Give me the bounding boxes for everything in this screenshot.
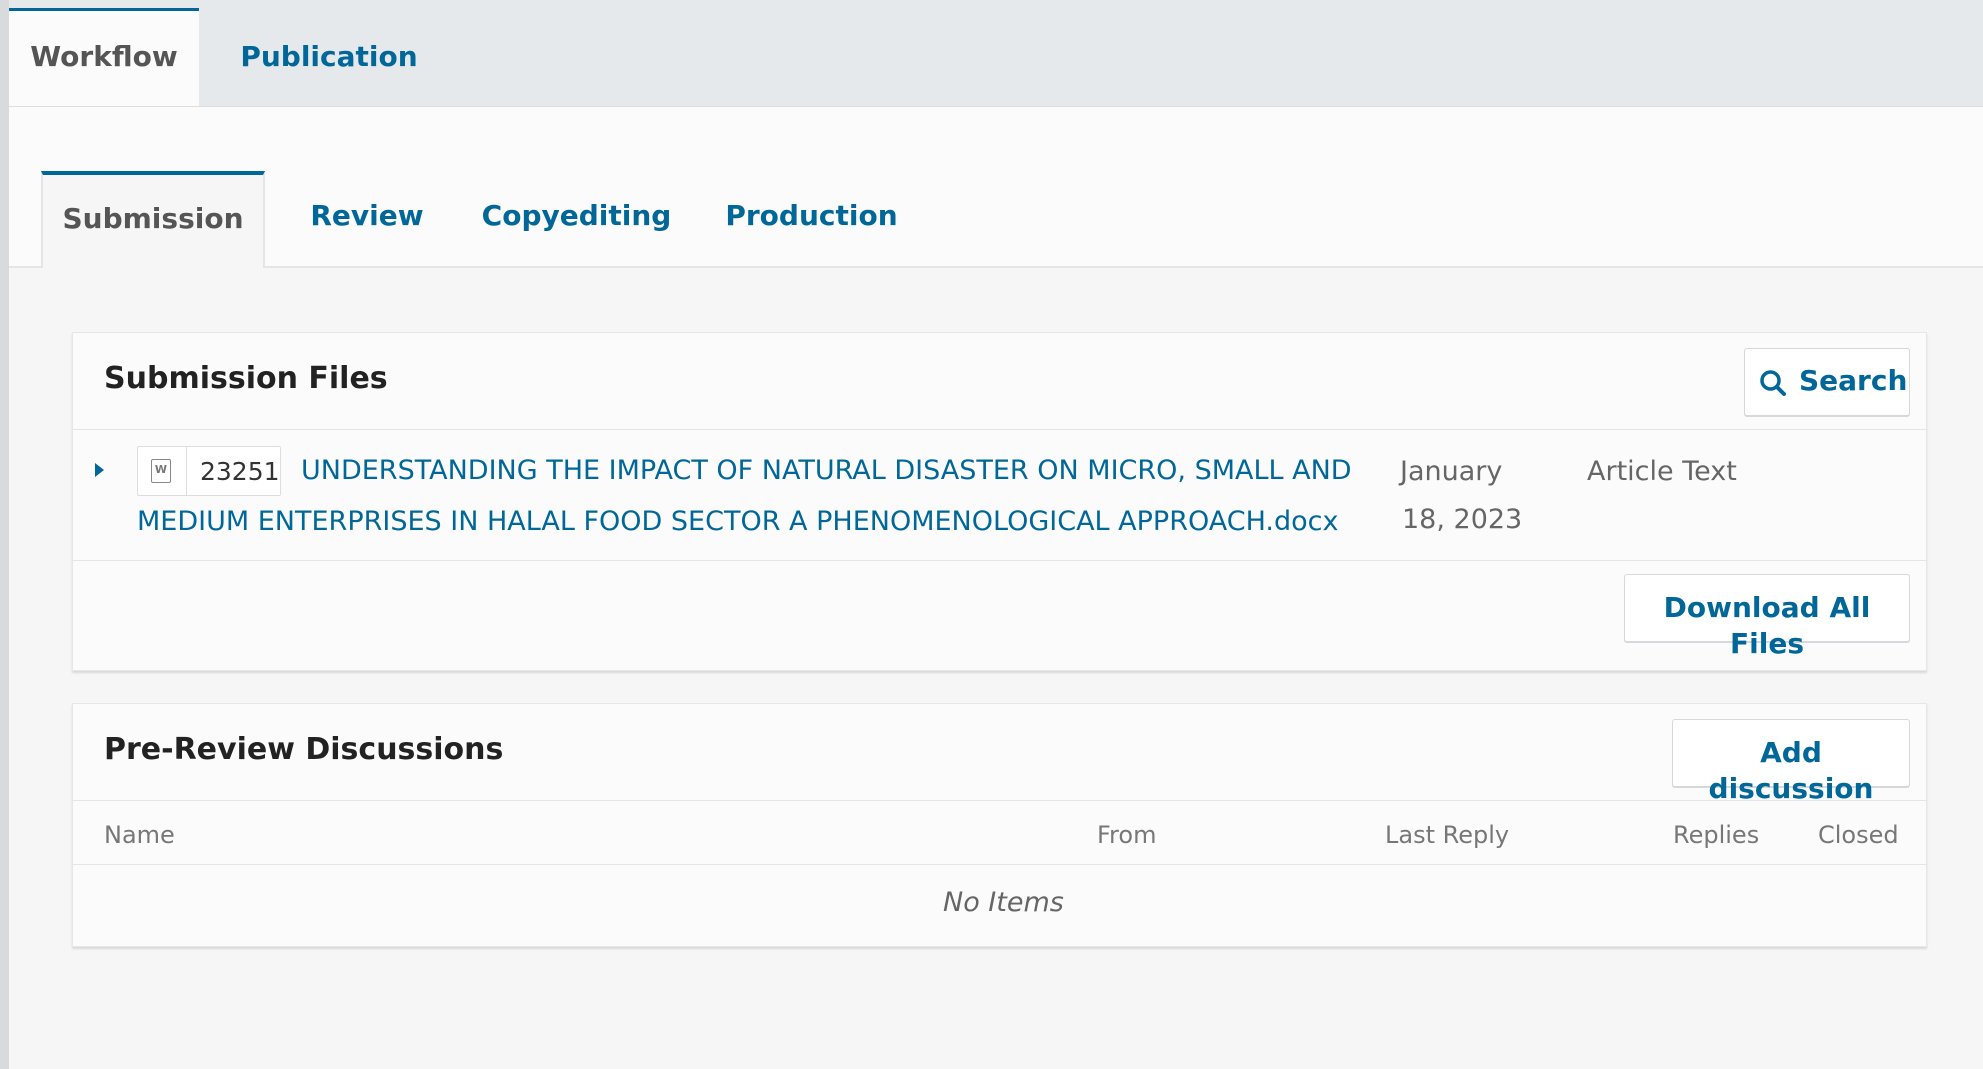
download-all-files-label: Download All Files [1663,591,1871,660]
column-name: Name [104,821,175,849]
search-button[interactable]: Search [1744,348,1910,416]
discussions-title: Pre-Review Discussions [104,732,504,767]
submission-files-panel: Submission Files Search W 23251 UNDERSTA… [72,332,1927,671]
file-date-line2: 18, 2023 [1402,504,1523,535]
stage-tab-bar: Submission Review Copyediting Production [9,106,1983,270]
files-footer-divider [73,560,1926,561]
tab-review[interactable]: Review [297,171,437,268]
column-last-reply: Last Reply [1385,821,1510,849]
download-all-files-button[interactable]: Download All Files [1624,574,1910,660]
tab-production[interactable]: Production [709,171,914,268]
tab-workflow[interactable]: Workflow [9,8,199,106]
word-document-icon: W [151,459,171,483]
search-icon [1760,370,1786,396]
left-edge-border [0,0,9,1069]
file-date-line1: January [1400,456,1503,487]
header-divider [73,429,1926,430]
badge-divider [186,447,187,495]
file-id-badge: W 23251 [137,446,281,496]
file-name-link-line1[interactable]: UNDERSTANDING THE IMPACT OF NATURAL DISA… [301,445,1431,496]
no-items-message: No Items [943,887,1064,918]
expand-row-caret-icon[interactable] [95,463,104,477]
column-replies: Replies [1673,821,1760,849]
add-discussion-button[interactable]: Add discussion [1672,719,1910,805]
file-type: Article Text [1587,456,1737,487]
workflow-page: Workflow Publication Submission Review C… [0,0,1983,1069]
tab-publication[interactable]: Publication [219,8,439,106]
search-button-label: Search [1799,364,1908,397]
column-from: From [1097,821,1157,849]
column-closed: Closed [1818,821,1899,849]
submission-files-title: Submission Files [104,361,388,396]
top-tab-bar: Workflow Publication [9,0,1983,107]
add-discussion-label: Add discussion [1708,736,1874,805]
file-id: 23251 [200,457,280,486]
pre-review-discussions-panel: Pre-Review Discussions Add discussion Na… [72,703,1927,947]
tab-submission[interactable]: Submission [41,171,265,270]
file-name-link-line2[interactable]: MEDIUM ENTERPRISES IN HALAL FOOD SECTOR … [137,496,1437,547]
table-header-divider [73,864,1926,865]
discussions-header-divider [73,800,1926,801]
tab-copyediting[interactable]: Copyediting [469,171,684,268]
